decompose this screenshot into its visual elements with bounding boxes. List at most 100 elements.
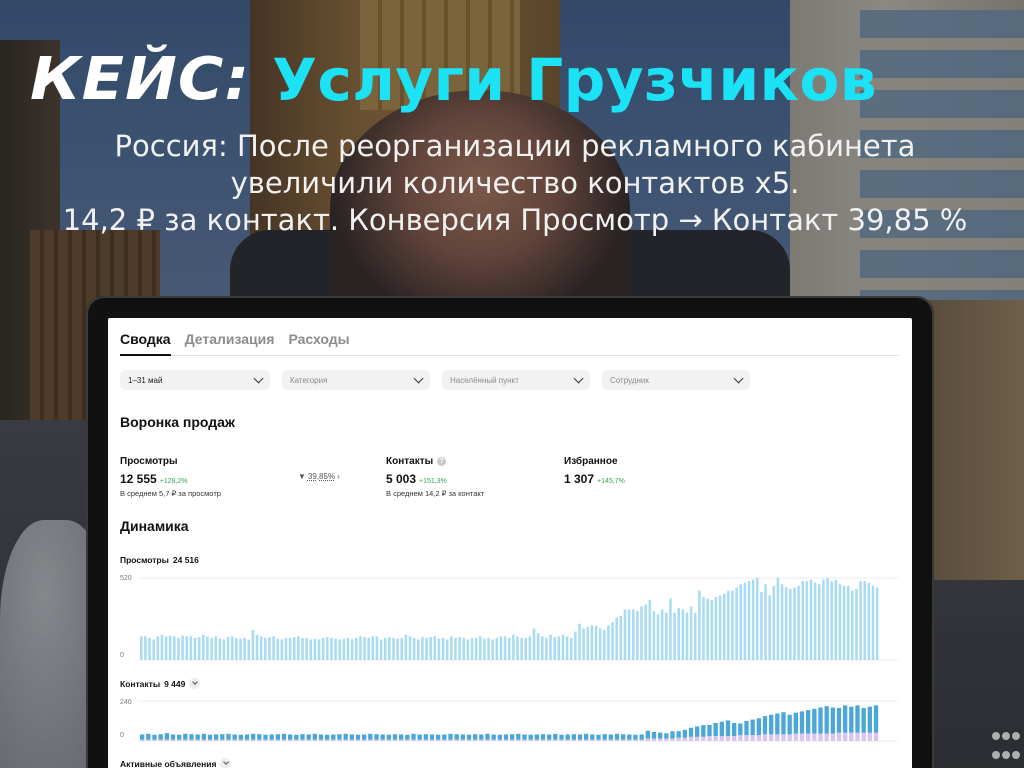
contacts-bar	[195, 734, 200, 740]
contacts-bar-secondary	[454, 739, 459, 741]
contacts-bar	[460, 734, 465, 740]
contacts-bar	[436, 734, 441, 740]
views-bar	[557, 636, 561, 660]
conversion-badge[interactable]: ▼ 39,85% ›	[298, 472, 340, 481]
contacts-bar-secondary	[201, 739, 206, 741]
views-bar	[598, 628, 602, 660]
contacts-bar-secondary	[688, 736, 694, 741]
views-bar-chart	[138, 577, 898, 661]
views-bar	[520, 637, 523, 660]
subtitle-line: 14,2 ₽ за контакт. Конверсия Просмотр → …	[62, 203, 968, 237]
views-bar	[342, 638, 346, 660]
chevron-down-icon[interactable]	[189, 678, 201, 689]
headline-subtitle: Россия: После реорганизации рекламного к…	[0, 128, 1024, 239]
tab-details[interactable]: Детализация	[185, 328, 275, 355]
contacts-bar-secondary	[559, 739, 564, 741]
views-chart-total: 24 516	[172, 555, 199, 565]
views-bar	[516, 636, 519, 660]
views-bar	[793, 587, 796, 660]
contacts-bar-secondary	[491, 739, 496, 741]
city-select[interactable]: Населённый пункт	[442, 370, 590, 390]
views-bar	[586, 626, 590, 660]
views-bar	[375, 636, 379, 660]
views-bar	[222, 639, 226, 660]
views-bar	[673, 612, 676, 660]
views-bar	[652, 611, 656, 660]
contacts-bar-secondary	[479, 739, 484, 741]
views-bar	[755, 578, 759, 660]
dynamics-title: Динамика	[120, 518, 189, 534]
contacts-bar-secondary	[608, 739, 613, 741]
contacts-bar	[294, 734, 299, 740]
views-bar	[255, 634, 259, 660]
views-bar	[660, 609, 664, 660]
contacts-bar	[164, 733, 169, 740]
contacts-bar	[368, 733, 373, 740]
views-bar	[458, 637, 461, 660]
views-bar	[640, 606, 643, 660]
contacts-bar-secondary	[664, 738, 669, 741]
contacts-bar-secondary	[442, 739, 447, 741]
views-bar	[396, 638, 399, 660]
contacts-bar	[775, 713, 780, 735]
contacts-bar-secondary	[614, 739, 620, 741]
chevron-down-icon[interactable]	[220, 758, 232, 768]
contacts-bar	[226, 733, 231, 740]
views-bar	[817, 584, 821, 660]
views-bar	[239, 638, 242, 660]
contacts-bar-secondary	[522, 739, 527, 741]
contacts-bar	[614, 733, 620, 740]
views-bar	[156, 636, 160, 660]
contacts-bar	[214, 734, 219, 740]
views-bar	[491, 639, 494, 660]
contacts-bar-secondary	[676, 737, 681, 741]
views-bar	[702, 596, 705, 660]
conversion-value: 39,85%	[307, 472, 336, 481]
views-bar	[611, 622, 614, 660]
contacts-bar-secondary	[849, 732, 854, 741]
views-bar	[644, 604, 647, 660]
metric-favorites: Избранное 1 307 +145,7%	[564, 456, 625, 486]
contacts-bar-secondary	[294, 739, 299, 741]
views-bar	[681, 609, 685, 660]
subtitle-line: увеличили количество контактов х5.	[230, 166, 800, 200]
contacts-bar-secondary	[793, 733, 798, 741]
date-range-select[interactable]: 1–31 май	[120, 370, 270, 390]
views-chart-label: Просмотры 24 516	[120, 555, 199, 565]
contacts-bar	[275, 734, 280, 740]
tab-expenses[interactable]: Расходы	[288, 328, 349, 355]
contacts-bar	[516, 733, 521, 740]
tab-summary[interactable]: Сводка	[120, 328, 171, 356]
views-bar	[392, 637, 395, 660]
contacts-bar-secondary	[719, 736, 724, 741]
contacts-bar	[423, 734, 428, 740]
employee-select[interactable]: Сотрудник	[602, 370, 750, 390]
views-bar	[321, 637, 325, 660]
contacts-bar	[220, 734, 225, 740]
views-bar	[623, 609, 627, 660]
views-bar	[168, 635, 172, 660]
views-bar	[235, 637, 238, 660]
contacts-bar	[664, 733, 669, 739]
views-bar	[346, 637, 350, 660]
contacts-bar-secondary	[318, 739, 324, 741]
views-bar	[280, 639, 284, 660]
subtitle-line: Россия: После реорганизации рекламного к…	[114, 129, 916, 163]
contacts-bar	[744, 720, 749, 736]
contacts-bar	[362, 734, 367, 740]
views-ytick-min: 0	[120, 652, 124, 659]
contacts-bar	[238, 734, 243, 740]
chevron-down-icon	[573, 373, 584, 383]
category-select[interactable]: Категория	[282, 370, 430, 390]
analytics-screen: Сводка Детализация Расходы 1–31 май Кате…	[108, 318, 912, 768]
contacts-bar-secondary	[571, 739, 576, 741]
contacts-bar-secondary	[380, 739, 385, 741]
contacts-bar-secondary	[639, 739, 644, 741]
info-icon[interactable]: ?	[437, 457, 447, 466]
contacts-bar-secondary	[417, 739, 422, 741]
contacts-bar-secondary	[553, 739, 558, 741]
views-bar	[379, 639, 383, 660]
views-bar	[689, 606, 693, 660]
contacts-bar-secondary	[325, 739, 330, 741]
contacts-bar-secondary	[867, 732, 872, 741]
